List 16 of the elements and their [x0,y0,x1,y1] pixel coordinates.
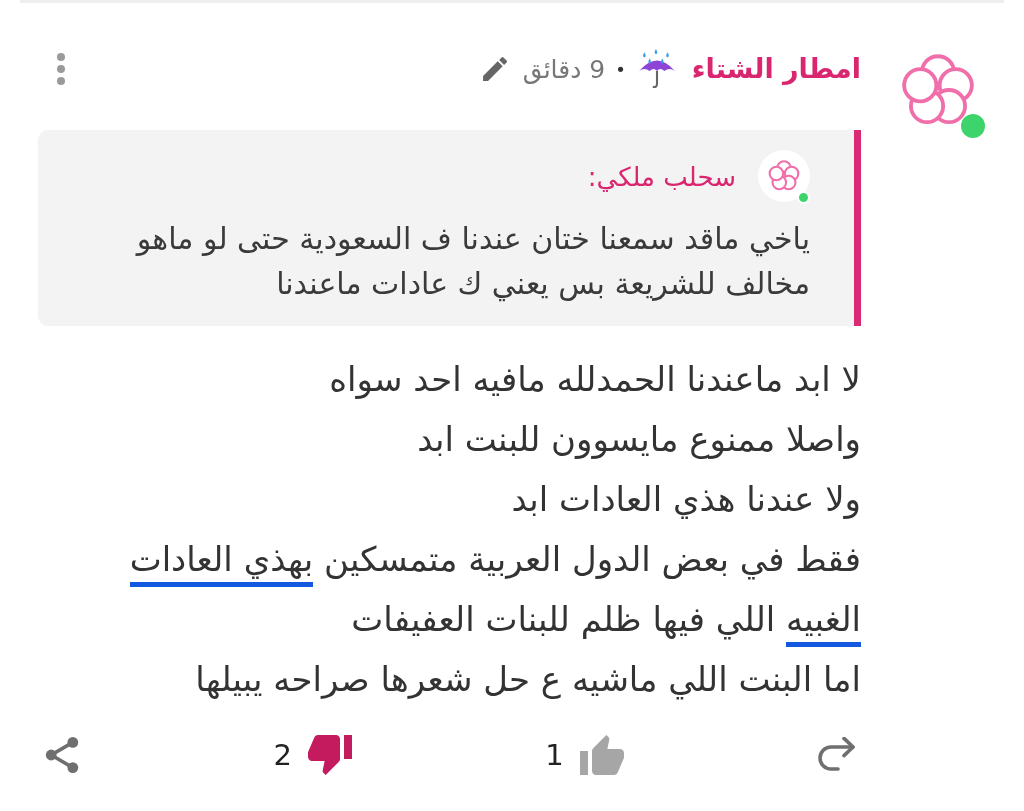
post-time: 9 دقائق [522,54,606,84]
separator-dot: • [615,58,626,80]
post-text-line: لا ابد ماعندنا الحمدلله مافيه احد سواه [328,358,861,401]
author-name[interactable]: امطار الشتاء [691,49,861,89]
quoted-text: ياخي ماقد سمعنا ختان عندنا ف السعودية حتى لو ماهو مخالف للشريعة بس يعني ك عادات ماعندنا [134,220,810,304]
reply-arrow-icon[interactable] [817,737,857,773]
pencil-icon[interactable] [482,57,507,81]
post-text-line: فقط في بعض الدول العربية متمسكين بهذي العادات [38,529,861,589]
post-text-line: الغبيه اللي فيها ظلم للبنات العفيفات [38,589,861,649]
share-icon[interactable] [44,735,80,775]
flower-avatar-icon [758,150,810,202]
post-text-line: ولا عندنا هذي العادات ابد [510,478,861,521]
post-text-line: واصلا ممنوع مايسوون للبنت ابد [416,418,861,461]
more-menu-icon[interactable] [56,52,66,86]
post-text-line: اما البنت اللي ماشيه ع حل شعرها صراحه يبيلها [194,658,861,702]
quoted-author-name[interactable]: سحلب ملكي: [587,162,736,192]
